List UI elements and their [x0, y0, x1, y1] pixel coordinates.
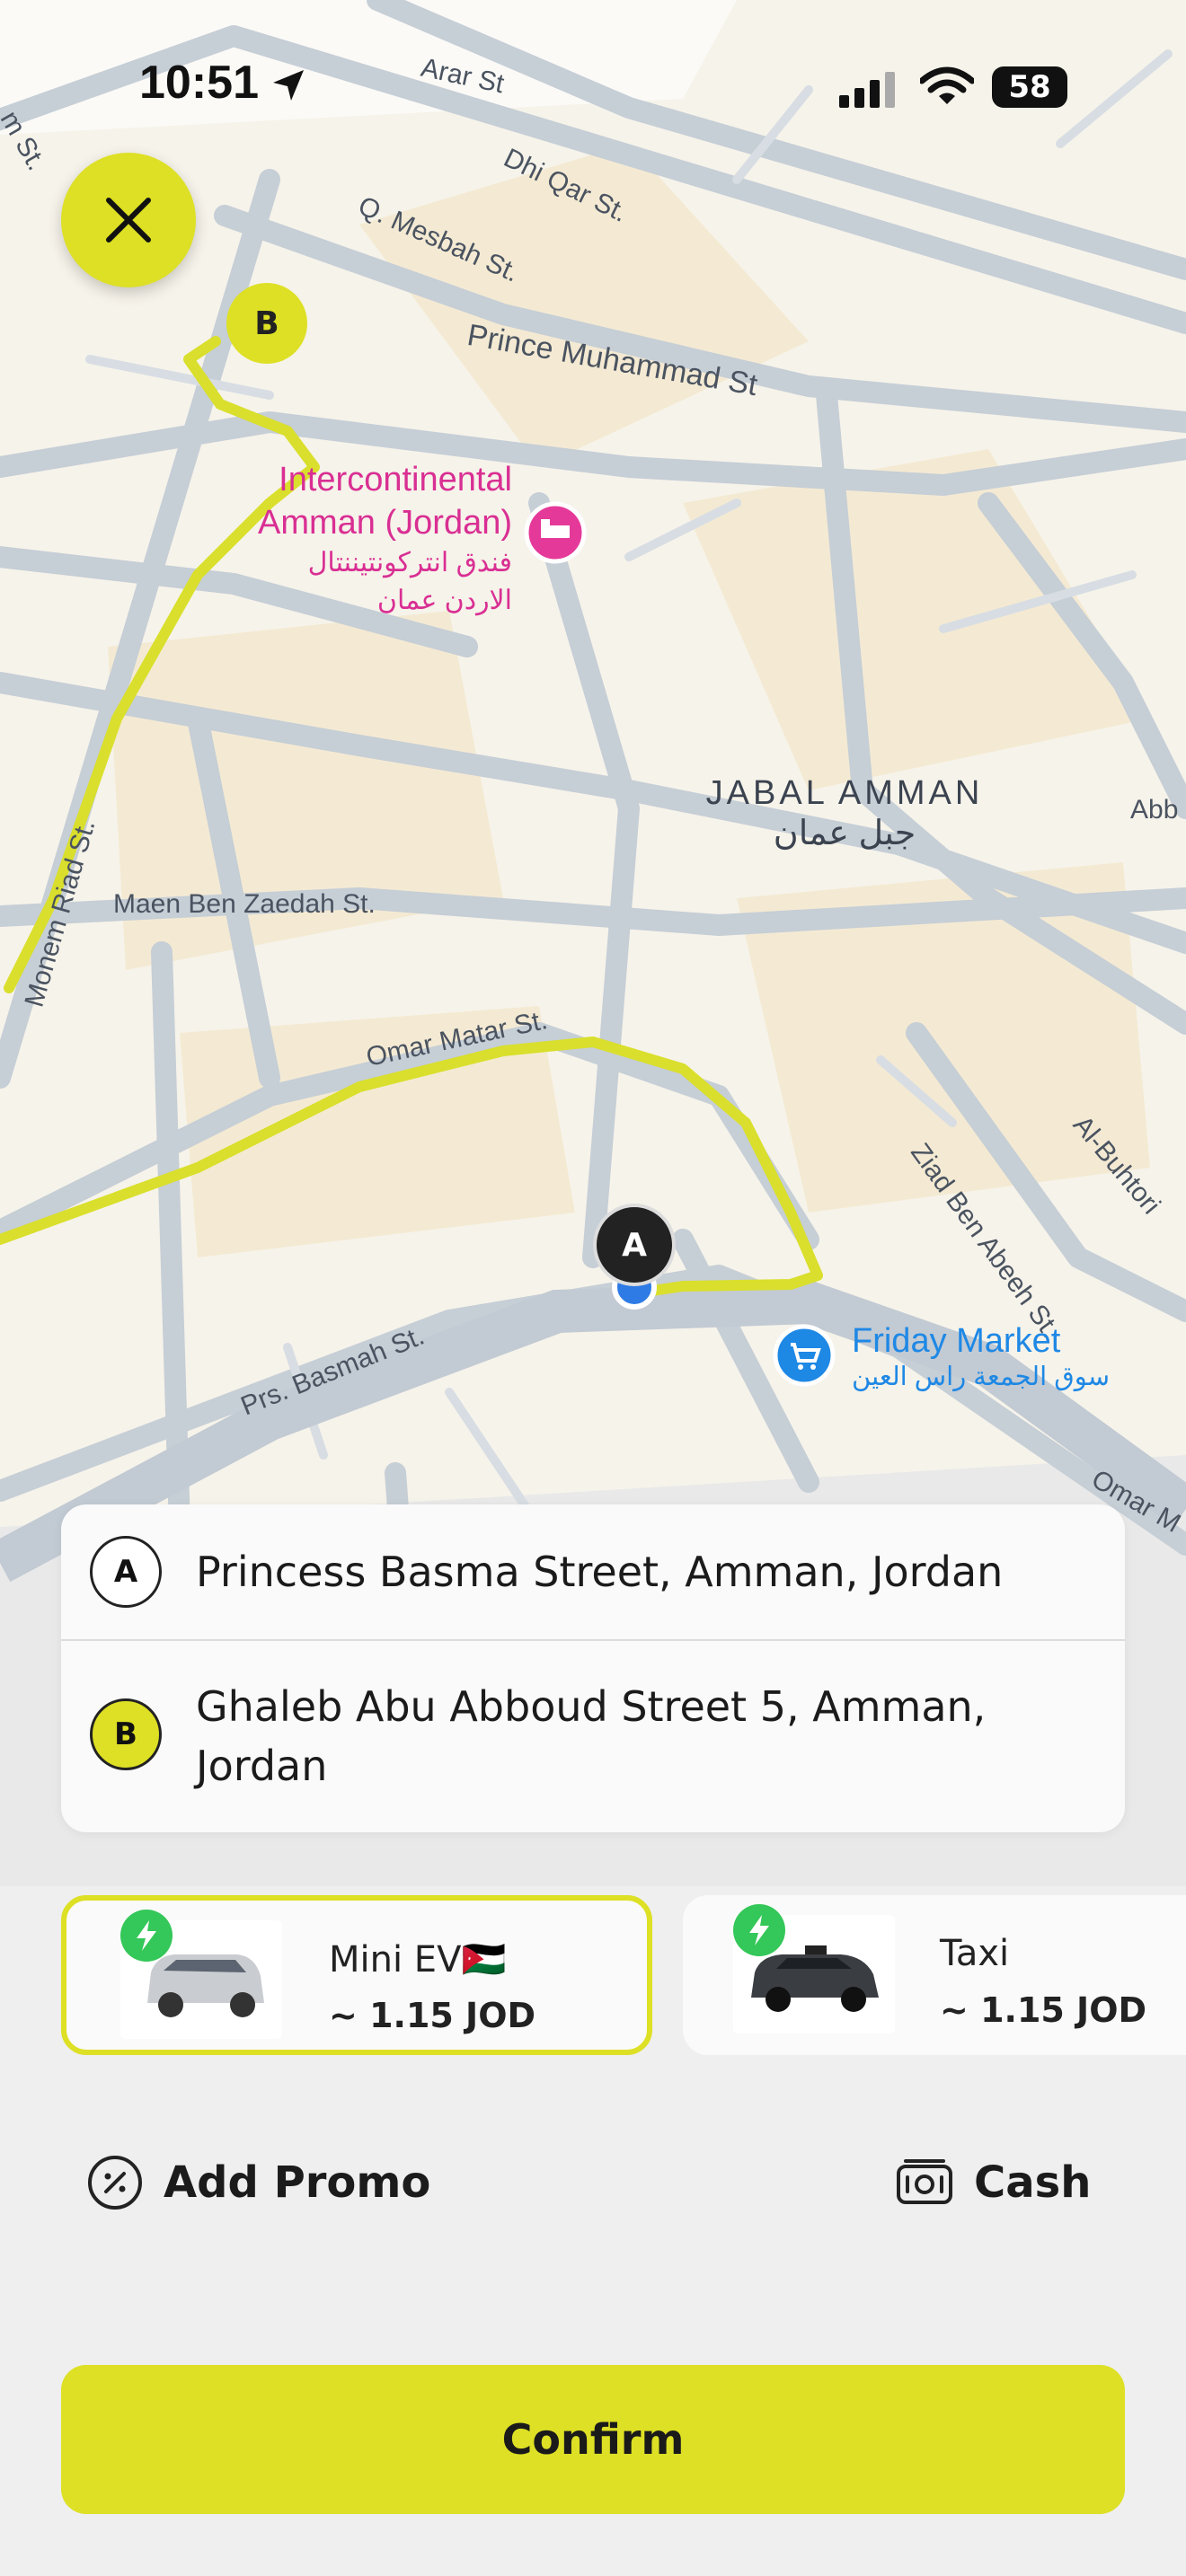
payment-method-label: Cash [974, 2157, 1092, 2208]
battery-level: 58 [1008, 69, 1051, 105]
market-name-arabic: سوق الجمعة راس العين [852, 1363, 1111, 1391]
pickup-map-pin[interactable]: A [593, 1204, 676, 1286]
close-button[interactable] [61, 153, 196, 287]
dropoff-address: Ghaleb Abu Abboud Street 5, Amman, Jorda… [196, 1682, 987, 1790]
dropoff-marker: B [90, 1698, 162, 1770]
cellular-signal-icon [839, 72, 895, 108]
electric-bolt-icon [120, 1910, 173, 1962]
ride-name: Taxi [940, 1933, 1010, 1974]
ride-price: ~ 1.15 JOD [329, 1996, 536, 2035]
promo-percent-icon [88, 2156, 142, 2210]
ride-name: Mini EV🇯🇴 [329, 1939, 507, 1981]
wifi-icon [920, 66, 974, 104]
confirm-button[interactable]: Confirm [61, 2365, 1125, 2514]
add-promo-label: Add Promo [164, 2157, 431, 2208]
pickup-address: Princess Basma Street, Amman, Jordan [196, 1548, 1004, 1596]
battery-indicator: 58 [992, 66, 1067, 108]
dropoff-row[interactable]: B Ghaleb Abu Abboud Street 5, Amman, Jor… [61, 1641, 1125, 1832]
route-card: A Princess Basma Street, Amman, Jordan B… [61, 1504, 1125, 1832]
cash-icon [897, 2159, 952, 2204]
pickup-row[interactable]: A Princess Basma Street, Amman, Jordan [61, 1504, 1125, 1639]
district-name-arabic: جبل عمان [773, 815, 916, 852]
hotel-name-line1: Intercontinental [279, 461, 512, 498]
hotel-label[interactable]: Intercontinental Amman (Jordan) فندق انت… [234, 458, 512, 620]
add-promo-button[interactable]: Add Promo [86, 2147, 430, 2219]
ride-option-taxi[interactable]: Taxi ~ 1.15 JOD [683, 1895, 1186, 2055]
hotel-name-arabic1: فندق انتركونتيننتال [307, 548, 512, 578]
street-label: Abb [1130, 795, 1179, 825]
district-name: JABAL AMMAN [705, 774, 984, 812]
pickup-marker: A [90, 1536, 162, 1608]
electric-bolt-icon [733, 1904, 785, 1956]
district-label: JABAL AMMAN جبل عمان [701, 774, 988, 853]
street-label: Maen Ben Zaedah St. [113, 889, 376, 919]
location-arrow-icon [273, 70, 304, 101]
ride-price: ~ 1.15 JOD [940, 1990, 1147, 2030]
close-icon [106, 198, 151, 243]
payment-method-button[interactable]: Cash [895, 2147, 1091, 2219]
dropoff-map-pin[interactable]: B [226, 283, 307, 364]
status-time: 10:51 [139, 57, 259, 109]
ride-option-mini-ev[interactable]: Mini EV🇯🇴 ~ 1.15 JOD [61, 1895, 652, 2055]
hotel-name-line2: Amman (Jordan) [258, 504, 512, 542]
market-name: Friday Market [852, 1322, 1061, 1360]
hotel-name-arabic2: الاردن عمان [376, 586, 512, 615]
market-label[interactable]: Friday Market سوق الجمعة راس العين [852, 1322, 1110, 1392]
